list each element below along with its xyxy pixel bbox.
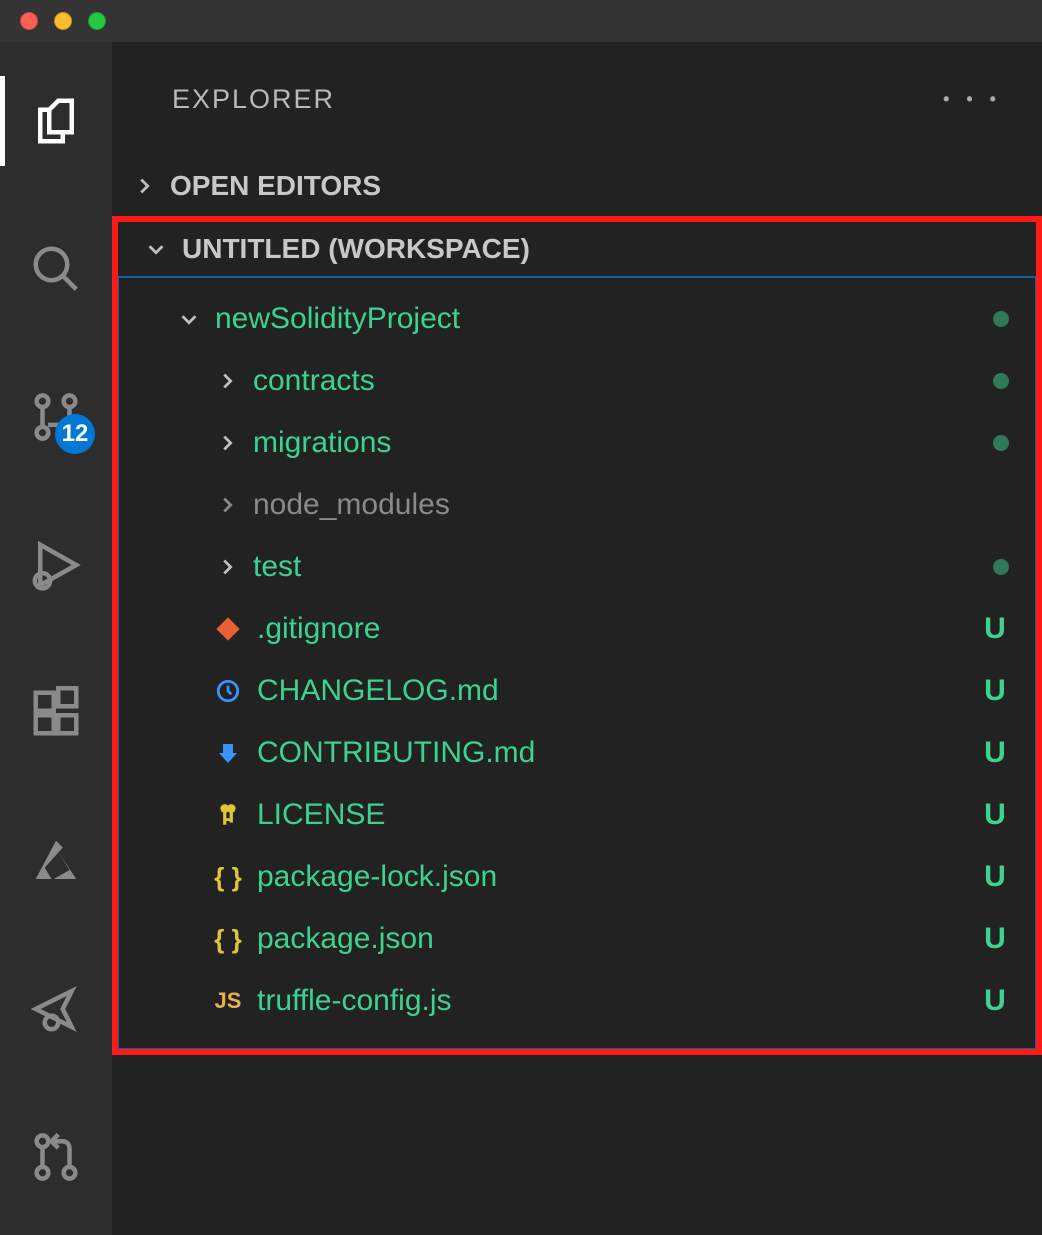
git-status-dot: [993, 435, 1009, 451]
window-titlebar: [0, 0, 1042, 42]
tree-file-label: CHANGELOG.md: [257, 674, 981, 708]
git-status-badge: U: [981, 736, 1009, 770]
activity-bar: 12: [0, 42, 112, 1235]
git-status-dot: [993, 373, 1009, 389]
sidebar-header: EXPLORER • • •: [112, 42, 1042, 156]
activity-debug[interactable]: [23, 532, 89, 598]
search-icon: [29, 242, 83, 296]
window-close-button[interactable]: [20, 12, 38, 30]
chevron-right-icon: [213, 432, 241, 454]
tree-folder[interactable]: contracts: [119, 350, 1035, 412]
tree-file-label: package-lock.json: [257, 860, 981, 894]
scm-badge: 12: [55, 414, 95, 454]
activity-source-control[interactable]: 12: [23, 384, 89, 450]
section-workspace[interactable]: UNTITLED (WORKSPACE): [112, 216, 1042, 276]
tree-file[interactable]: JS truffle-config.js U: [119, 970, 1035, 1032]
key-icon: [213, 800, 243, 830]
git-status-badge: U: [981, 798, 1009, 832]
window-minimize-button[interactable]: [54, 12, 72, 30]
activity-extensions[interactable]: [23, 680, 89, 746]
git-status-dot: [993, 311, 1009, 327]
json-icon: { }: [213, 862, 243, 892]
activity-pull-requests[interactable]: [23, 1124, 89, 1190]
explorer-sidebar: EXPLORER • • • OPEN EDITORS UNTITLED (WO…: [112, 42, 1042, 1235]
chevron-down-icon: [175, 308, 203, 330]
azure-icon: [29, 834, 83, 888]
section-open-editors[interactable]: OPEN EDITORS: [112, 156, 1042, 216]
file-tree: newSolidityProject contracts migrations: [119, 278, 1035, 1048]
tree-folder-label: migrations: [253, 426, 993, 460]
json-icon: { }: [213, 924, 243, 954]
chevron-right-icon: [213, 494, 241, 516]
download-icon: [213, 738, 243, 768]
debug-icon: [29, 538, 83, 592]
chevron-right-icon: [213, 556, 241, 578]
tree-file-label: LICENSE: [257, 798, 981, 832]
git-status-badge: U: [981, 674, 1009, 708]
activity-azure[interactable]: [23, 828, 89, 894]
tree-file[interactable]: LICENSE U: [119, 784, 1035, 846]
activity-explorer[interactable]: [23, 88, 89, 154]
git-status-badge: U: [981, 612, 1009, 646]
tree-folder-root[interactable]: newSolidityProject: [119, 288, 1035, 350]
tree-file[interactable]: .gitignore U: [119, 598, 1035, 660]
activity-search[interactable]: [23, 236, 89, 302]
clock-icon: [213, 676, 243, 706]
section-workspace-label: UNTITLED (WORKSPACE): [182, 233, 530, 265]
chevron-down-icon: [142, 238, 170, 260]
files-icon: [29, 94, 83, 148]
tree-file[interactable]: CHANGELOG.md U: [119, 660, 1035, 722]
tree-folder[interactable]: node_modules: [119, 474, 1035, 536]
tree-folder-label: test: [253, 550, 993, 584]
tree-file-label: CONTRIBUTING.md: [257, 736, 981, 770]
git-status-dot: [993, 559, 1009, 575]
tree-folder-label: newSolidityProject: [215, 302, 993, 336]
git-status-badge: U: [981, 922, 1009, 956]
extensions-icon: [29, 686, 83, 740]
git-status-badge: U: [981, 860, 1009, 894]
tree-file-label: truffle-config.js: [257, 984, 981, 1018]
pull-request-icon: [29, 1130, 83, 1184]
tree-file[interactable]: { } package-lock.json U: [119, 846, 1035, 908]
tree-file[interactable]: { } package.json U: [119, 908, 1035, 970]
tree-file-label: .gitignore: [257, 612, 981, 646]
chevron-right-icon: [130, 175, 158, 197]
tree-folder[interactable]: test: [119, 536, 1035, 598]
activity-share[interactable]: [23, 976, 89, 1042]
tree-folder-label: contracts: [253, 364, 993, 398]
tree-folder[interactable]: migrations: [119, 412, 1035, 474]
sidebar-title: EXPLORER: [172, 84, 335, 115]
tree-folder-label: node_modules: [253, 488, 1009, 522]
js-icon: JS: [213, 986, 243, 1016]
tree-file-label: package.json: [257, 922, 981, 956]
section-open-editors-label: OPEN EDITORS: [170, 170, 381, 202]
chevron-right-icon: [213, 370, 241, 392]
share-icon: [29, 982, 83, 1036]
tree-file[interactable]: CONTRIBUTING.md U: [119, 722, 1035, 784]
gitignore-icon: [213, 614, 243, 644]
window-fullscreen-button[interactable]: [88, 12, 106, 30]
more-actions-button[interactable]: • • •: [943, 89, 1002, 110]
git-status-badge: U: [981, 984, 1009, 1018]
